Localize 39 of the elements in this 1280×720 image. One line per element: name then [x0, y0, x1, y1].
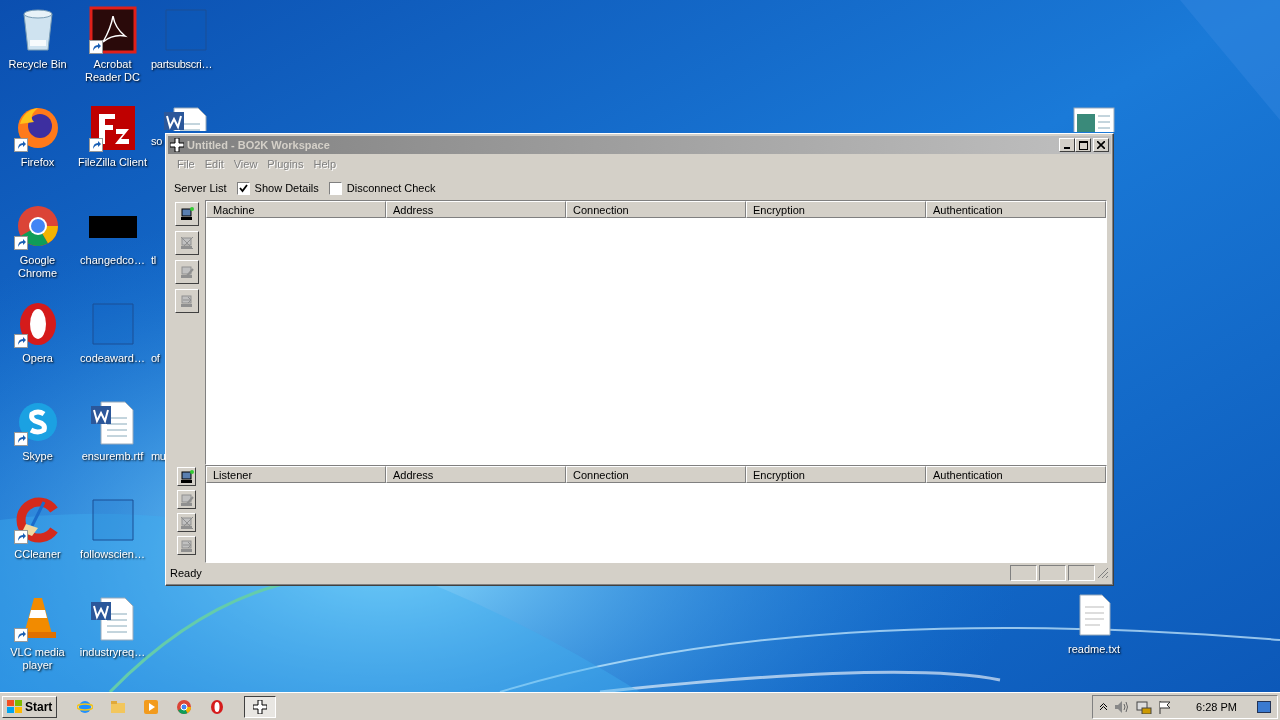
column-header[interactable]: Encryption	[746, 466, 926, 484]
list-view[interactable]: Listener Address Connection Encryption Authentication	[205, 465, 1107, 563]
window-title: Untitled - BO2K Workspace	[187, 139, 331, 151]
icon-label: so	[151, 135, 163, 148]
clock[interactable]: 6:28 PM	[1196, 700, 1237, 713]
icon-label: Skype	[22, 450, 53, 463]
icon-label: Opera	[22, 352, 53, 365]
icon-label: Google Chrome	[16, 254, 59, 280]
icon-label: Acrobat Reader DC	[84, 58, 141, 84]
status-text: Ready	[170, 567, 203, 579]
icon-label: industryreq…	[79, 646, 146, 659]
icon-label: mu	[151, 450, 166, 463]
icon-label: readme.txt	[1068, 643, 1120, 656]
column-header[interactable]: Connection	[566, 466, 746, 484]
icon-label: codeaward…	[80, 352, 145, 365]
checkbox-label: Show Details	[254, 182, 319, 194]
start-button[interactable]: Start	[2, 695, 58, 718]
icon-label: FileZilla Client	[77, 156, 148, 169]
icon-label: ensuremb.rtf	[81, 450, 144, 463]
column-header[interactable]: Authentication	[926, 201, 1106, 218]
column-header[interactable]: Listener	[206, 466, 386, 484]
column-header[interactable]: Address	[386, 201, 566, 218]
column-header[interactable]: Connection	[566, 201, 746, 218]
column-header[interactable]: Encryption	[746, 201, 926, 218]
icon-label: of	[151, 352, 160, 365]
icon-label: CCleaner	[14, 548, 61, 561]
list-view[interactable]: Machine Address Connection Encryption Authentication	[205, 200, 1107, 466]
icon-label: tl	[151, 254, 156, 267]
column-header[interactable]: Authentication	[926, 466, 1106, 484]
icon-label: Firefox	[20, 156, 55, 169]
icon-label: changedco…	[80, 254, 145, 267]
column-header[interactable]: Machine	[206, 201, 386, 218]
icon-label: Recycle Bin	[8, 58, 67, 71]
icon-label: partsubscri…	[151, 58, 213, 71]
icon-label: followscien…	[80, 548, 145, 561]
icon-label: VLC media player	[9, 646, 66, 672]
checkbox-label: Disconnect Check	[346, 182, 436, 194]
column-header[interactable]: Address	[386, 466, 566, 484]
section-label: Server List	[174, 182, 227, 194]
